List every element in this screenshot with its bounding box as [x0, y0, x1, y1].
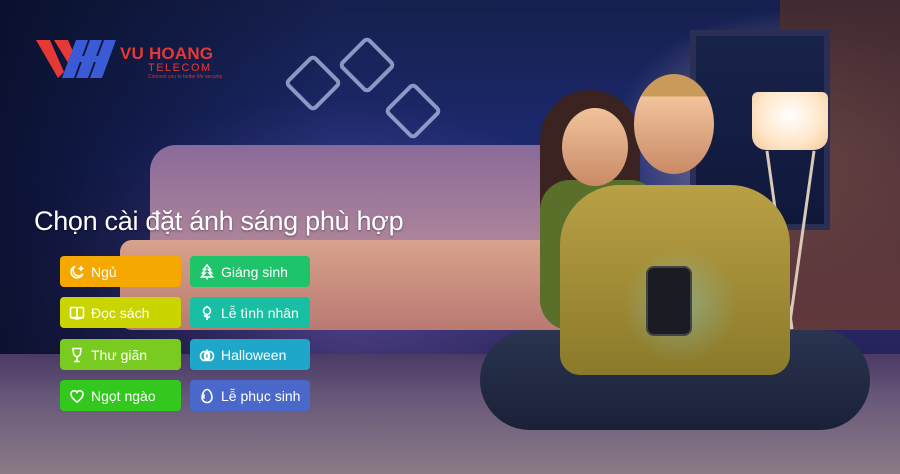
brand-name: VU HOANG: [120, 44, 214, 63]
banner: VU HOANG TELECOM Connect you to better l…: [0, 0, 900, 474]
pumpkin-icon: [199, 347, 215, 363]
mode-label: Giáng sinh: [221, 263, 288, 280]
man-face: [634, 74, 714, 174]
mode-label: Halloween: [221, 346, 287, 363]
mode-label: Thư giãn: [91, 346, 148, 363]
heart-icon: [69, 388, 85, 404]
mode-button-relax[interactable]: Thư giãn: [60, 339, 181, 370]
tree-icon: [199, 263, 215, 280]
moon-icon: [69, 264, 85, 280]
wall-decoration: [383, 81, 443, 141]
book-icon: [69, 305, 85, 321]
wall-decoration: [337, 35, 397, 95]
mode-button-halloween[interactable]: Halloween: [190, 339, 310, 370]
mode-label: Lễ tình nhân: [221, 304, 299, 321]
logo-mark-icon: [36, 40, 116, 78]
headline: Chọn cài đặt ánh sáng phù hợp: [34, 206, 404, 236]
brand-tagline: Connect you to better life security: [148, 74, 223, 80]
egg-icon: [199, 388, 215, 404]
woman-face: [562, 108, 628, 186]
wineglass-icon: [69, 347, 85, 363]
mode-label: Đọc sách: [91, 304, 150, 321]
mode-label: Lễ phục sinh: [221, 387, 301, 404]
mode-button-valentine[interactable]: Lễ tình nhân: [190, 297, 310, 328]
brand-logo[interactable]: VU HOANG TELECOM Connect you to better l…: [36, 38, 236, 82]
mode-button-christmas[interactable]: Giáng sinh: [190, 256, 310, 287]
floor-lamp: [752, 92, 828, 150]
brand-subtitle: TELECOM: [148, 62, 212, 74]
mode-label: Ngọt ngào: [91, 387, 156, 404]
rose-icon: [199, 305, 215, 321]
mode-button-sleep[interactable]: Ngủ: [60, 256, 181, 287]
smartphone: [646, 266, 692, 336]
mode-label: Ngủ: [91, 263, 117, 280]
mode-button-easter[interactable]: Lễ phục sinh: [190, 380, 310, 411]
mode-button-reading[interactable]: Đọc sách: [60, 297, 181, 328]
mode-button-sweet[interactable]: Ngọt ngào: [60, 380, 181, 411]
